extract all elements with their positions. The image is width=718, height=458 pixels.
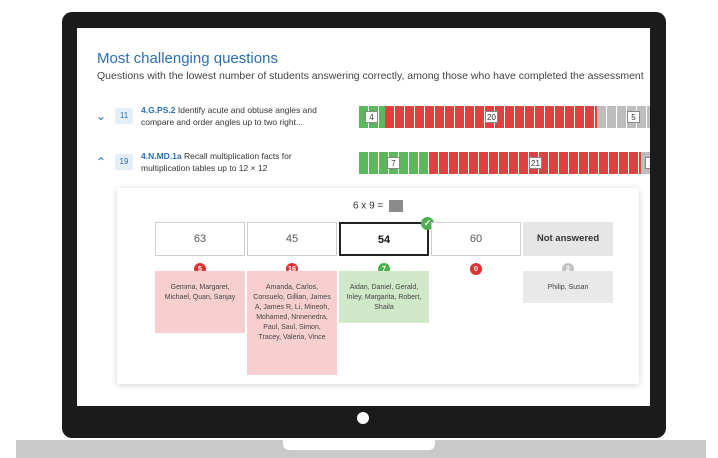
not-answered-segment: 5 xyxy=(597,106,650,128)
student-list: Philip, Susan xyxy=(523,271,613,303)
incorrect-segment: 21 xyxy=(429,152,641,174)
question-text: 4.N.MD.1a Recall multiplication facts fo… xyxy=(141,150,341,174)
section-subtitle: Questions with the lowest number of stud… xyxy=(97,70,644,82)
question-row[interactable]: ⌄ 11 4.G.PS.2 Identify acute and obtuse … xyxy=(95,104,650,138)
answer-option[interactable]: 63 xyxy=(155,222,245,256)
not-answered-count: 2 xyxy=(645,157,650,169)
section-title: Most challenging questions xyxy=(97,50,278,67)
not-answered-count: 5 xyxy=(627,111,640,123)
answer-option-not-answered[interactable]: Not answered xyxy=(523,222,613,256)
student-list: Amanda, Carlos, Consuelo, Gillian, James… xyxy=(247,271,337,375)
answer-option[interactable]: 45 xyxy=(247,222,337,256)
results-bar: 7 21 2 xyxy=(359,152,650,174)
answer-option-correct[interactable]: 54 ✓ xyxy=(339,217,434,256)
question-prompt: 6 x 9 = xyxy=(117,200,639,212)
answer-option-label: 54 xyxy=(377,234,391,246)
correct-segment: 4 xyxy=(359,106,385,128)
incorrect-segment: 20 xyxy=(385,106,597,128)
laptop-screen: Most challenging questions Questions wit… xyxy=(77,28,650,406)
chevron-up-icon[interactable]: ⌃ xyxy=(95,156,107,168)
question-row[interactable]: ⌃ 19 4.N.MD.1a Recall multiplication fac… xyxy=(95,150,650,184)
incorrect-count: 21 xyxy=(529,157,542,169)
answer-breakdown-panel: 6 x 9 = 63 45 54 ✓ 60 Not answered 5 16 … xyxy=(117,188,639,384)
question-image-icon xyxy=(389,200,404,212)
question-text: 4.G.PS.2 Identify acute and obtuse angle… xyxy=(141,104,341,128)
count-badge: 0 xyxy=(470,263,482,275)
laptop-notch xyxy=(283,440,435,450)
question-prompt-text: 6 x 9 = xyxy=(352,200,384,212)
question-code[interactable]: 4.G.PS.2 xyxy=(141,105,176,115)
correct-segment: 7 xyxy=(359,152,429,174)
student-list: Aidan, Daniel, Gerald, Inley, Margarita,… xyxy=(339,271,429,323)
correct-count: 4 xyxy=(365,111,378,123)
answer-option[interactable]: 60 xyxy=(431,222,521,256)
question-number: 11 xyxy=(115,108,133,124)
results-bar: 4 20 5 xyxy=(359,106,650,128)
incorrect-count: 20 xyxy=(485,111,498,123)
question-code[interactable]: 4.N.MD.1a xyxy=(141,151,182,161)
camera-dot xyxy=(357,412,369,424)
not-answered-segment: 2 xyxy=(641,152,650,174)
question-number: 19 xyxy=(115,154,133,170)
student-list: Gemma, Margaret, Michael, Quan, Sanjay xyxy=(155,271,245,333)
correct-count: 7 xyxy=(387,157,400,169)
chevron-down-icon[interactable]: ⌄ xyxy=(95,110,107,122)
